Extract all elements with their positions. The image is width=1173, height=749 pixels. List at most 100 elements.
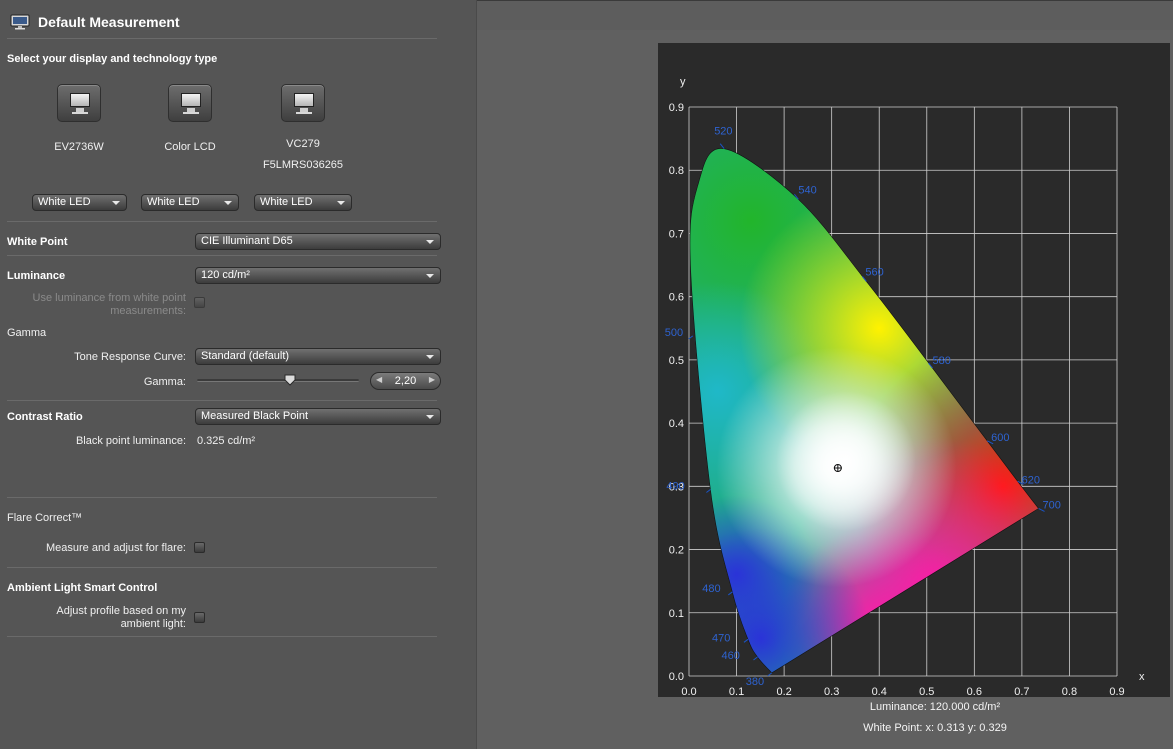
wavelength-label: 380 xyxy=(746,676,764,688)
chevron-down-icon xyxy=(426,355,434,359)
device-name-vc279: VC279 xyxy=(286,138,320,150)
divider xyxy=(7,567,437,568)
luminance-label: Luminance xyxy=(7,270,66,282)
wavelength-tick xyxy=(767,672,773,677)
gamma-heading: Gamma xyxy=(7,327,47,339)
wavelength-label: 490 xyxy=(666,480,684,492)
white-point-caption: White Point: x: 0.313 y: 0.329 xyxy=(863,722,1007,734)
cie-diagram-svg: 0.0 0.1 0.2 0.3 0.4 0.5 0.6 0.7 0.8 0.9 0.0 0.1 0.2 0… xyxy=(665,76,1145,698)
white-point-marker xyxy=(833,463,842,472)
wavelength-label: 580 xyxy=(932,355,950,367)
technology-select-color-lcd[interactable]: White LED xyxy=(141,194,239,211)
gamma-slider-thumb[interactable] xyxy=(284,374,296,386)
wavelength-label: 620 xyxy=(1022,474,1040,486)
spectral-gamut-fill xyxy=(689,148,1039,673)
use-wp-luminance-label: Use luminance from white point measureme… xyxy=(32,292,186,317)
wavelength-tick xyxy=(688,335,694,340)
white-point-label: White Point xyxy=(7,236,68,248)
wavelength-label: 520 xyxy=(714,126,732,138)
y-tick-label: 0.9 xyxy=(669,102,684,114)
flare-heading: Flare Correct™ xyxy=(7,512,83,524)
x-tick-label: 0.2 xyxy=(776,686,791,697)
display-section-heading: Select your display and technology type xyxy=(7,53,218,65)
technology-value: White LED xyxy=(260,196,313,208)
y-tick-label: 0.0 xyxy=(669,671,684,683)
increment-icon[interactable]: ▶ xyxy=(429,375,435,384)
flare-measure-label: Measure and adjust for flare: xyxy=(45,542,186,554)
luminance-value: 120 cd/m² xyxy=(201,269,250,281)
technology-select-vc279[interactable]: White LED xyxy=(254,194,352,211)
x-tick-label: 0.7 xyxy=(1014,686,1029,697)
wavelength-tick xyxy=(719,143,725,150)
chevron-down-icon xyxy=(426,274,434,278)
ambient-adjust-checkbox[interactable] xyxy=(194,612,205,623)
divider xyxy=(7,636,437,637)
device-name-ev2736w: EV2736W xyxy=(54,141,104,153)
wavelength-tick xyxy=(706,489,711,493)
chevron-down-icon xyxy=(426,415,434,419)
x-tick-label: 0.9 xyxy=(1109,686,1124,697)
luminance-caption: Luminance: 120.000 cd/m² xyxy=(869,701,1001,713)
x-tick-label: 0.6 xyxy=(967,686,982,697)
window-title: Default Measurement xyxy=(38,14,180,30)
divider xyxy=(7,255,437,256)
y-tick-label: 0.2 xyxy=(669,545,684,557)
x-axis-label: x xyxy=(1139,671,1145,683)
ambient-adjust-label: Adjust profile based on my ambient light… xyxy=(56,605,186,630)
divider xyxy=(7,497,437,498)
ambient-heading: Ambient Light Smart Control xyxy=(7,582,158,594)
wavelength-tick xyxy=(753,656,758,661)
tone-response-select[interactable]: Standard (default) xyxy=(195,348,441,365)
wavelength-label: 560 xyxy=(865,266,883,278)
settings-panel: Default Measurement Select your display … xyxy=(0,0,477,749)
y-tick-label: 0.7 xyxy=(669,228,684,240)
x-tick-label: 0.3 xyxy=(824,686,839,697)
technology-value: White LED xyxy=(147,196,200,208)
device-ev2736w-button[interactable] xyxy=(57,84,101,122)
title-row: Default Measurement xyxy=(10,14,180,30)
wavelength-label: 540 xyxy=(798,184,816,196)
chevron-down-icon xyxy=(337,201,345,205)
x-tick-label: 0.8 xyxy=(1062,686,1077,697)
y-tick-label: 0.4 xyxy=(669,418,684,430)
x-tick-label: 0.4 xyxy=(872,686,887,697)
wavelength-label: 500 xyxy=(665,327,683,339)
technology-select-ev2736w[interactable]: White LED xyxy=(32,194,127,211)
divider xyxy=(7,400,437,401)
chevron-down-icon xyxy=(426,240,434,244)
gamma-stepper[interactable]: ◀ 2,20 ▶ xyxy=(370,372,441,390)
y-tick-label: 0.1 xyxy=(669,608,684,620)
white-point-select[interactable]: CIE Illuminant D65 xyxy=(195,233,441,250)
device-serial-vc279: F5LMRS036265 xyxy=(262,159,344,171)
wavelength-tick xyxy=(727,591,733,596)
gamma-label: Gamma: xyxy=(143,376,186,388)
y-axis-label: y xyxy=(680,76,686,88)
device-color-lcd-button[interactable] xyxy=(168,84,212,122)
use-wp-luminance-checkbox[interactable] xyxy=(194,297,205,308)
device-name-color-lcd: Color LCD xyxy=(164,141,216,153)
y-tick-label: 0.6 xyxy=(669,292,684,304)
divider xyxy=(7,38,437,39)
contrast-ratio-value: Measured Black Point xyxy=(201,410,308,422)
y-tick-label: 0.5 xyxy=(669,355,684,367)
flare-measure-checkbox[interactable] xyxy=(194,542,205,553)
wavelength-label: 600 xyxy=(991,432,1009,444)
black-point-label: Black point luminance: xyxy=(75,435,186,447)
device-vc279-button[interactable] xyxy=(281,84,325,122)
luminance-select[interactable]: 120 cd/m² xyxy=(195,267,441,284)
x-tick-label: 0.0 xyxy=(681,686,696,697)
chevron-down-icon xyxy=(224,201,232,205)
black-point-value: 0.325 cd/m² xyxy=(197,435,256,447)
wavelength-label: 700 xyxy=(1043,499,1061,511)
y-tick-label: 0.8 xyxy=(669,165,684,177)
contrast-ratio-select[interactable]: Measured Black Point xyxy=(195,408,441,425)
wavelength-tick xyxy=(743,638,749,643)
contrast-ratio-label: Contrast Ratio xyxy=(7,411,83,423)
x-tick-label: 0.1 xyxy=(729,686,744,697)
monitor-icon xyxy=(10,14,30,30)
tone-response-value: Standard (default) xyxy=(201,350,290,362)
gamma-slider-track[interactable] xyxy=(197,379,359,382)
x-tick-label: 0.5 xyxy=(919,686,934,697)
tone-response-label: Tone Response Curve: xyxy=(74,351,186,363)
wavelength-label: 460 xyxy=(721,650,739,662)
